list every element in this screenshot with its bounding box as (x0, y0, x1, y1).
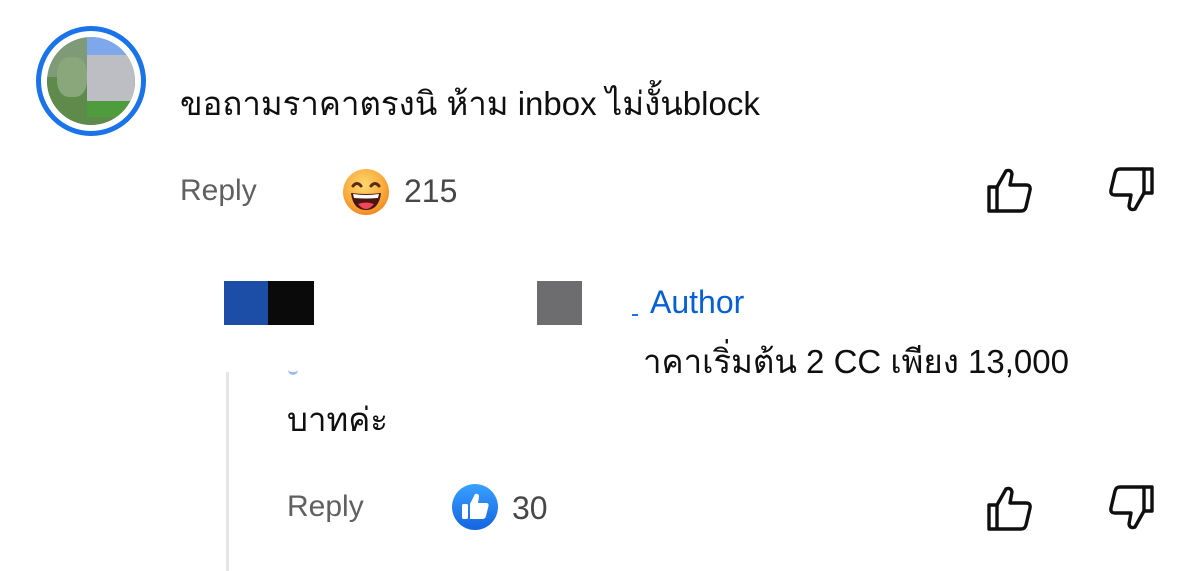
grinning-face-icon (343, 169, 389, 215)
author-badge: Author (650, 284, 745, 320)
redacted-username (268, 281, 314, 325)
thumb-down-icon[interactable] (1106, 483, 1156, 533)
avatar-photo-leaf (57, 57, 87, 97)
avatar-redaction-top (87, 37, 135, 55)
reply-button[interactable]: Reply (180, 174, 257, 208)
redacted-handle (537, 281, 582, 325)
avatar-redaction-bottom (87, 101, 135, 117)
thumb-up-icon[interactable] (985, 165, 1035, 215)
redacted-handle-edge (632, 314, 638, 316)
redacted-text-mark (288, 366, 298, 375)
avatar[interactable] (47, 37, 135, 125)
reply-text-line-1: าคาเริ่มต้น 2 CC เพียง 13,000 (643, 343, 1069, 380)
reply-button[interactable]: Reply (287, 490, 364, 524)
thumb-down-icon[interactable] (1106, 165, 1156, 215)
thumb-up-badge-icon (452, 484, 498, 530)
reaction-count: 215 (404, 173, 458, 209)
comment-text: ขอถามราคาตรงนิ ห้าม inbox ไม่งั้นblock (180, 85, 760, 122)
reaction-count: 30 (512, 490, 548, 526)
redacted-avatar (224, 281, 268, 325)
reply-text-line-2: บาทค่ะ (287, 401, 389, 438)
thumb-up-icon[interactable] (985, 483, 1035, 533)
thread-line (226, 372, 229, 571)
